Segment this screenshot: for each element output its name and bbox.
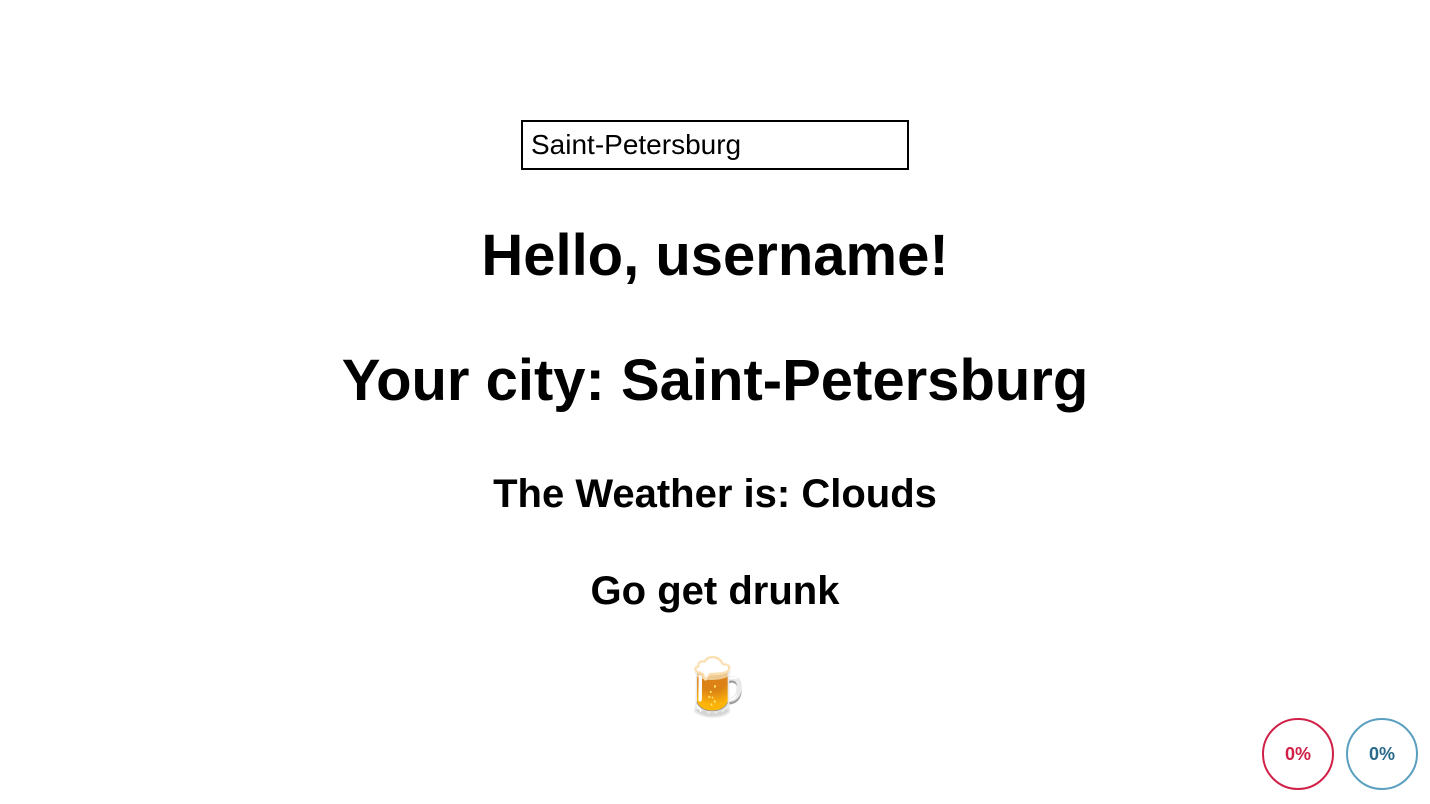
main-container: Hello, username! Your city: Saint-Peters… bbox=[0, 0, 1430, 720]
advice-heading: Go get drunk bbox=[591, 569, 840, 614]
progress-circle-red[interactable]: 0% bbox=[1262, 718, 1334, 790]
greeting-heading: Hello, username! bbox=[481, 222, 948, 289]
weather-prefix: The Weather is: bbox=[493, 472, 801, 516]
beer-icon: 🍺 bbox=[680, 654, 750, 720]
progress-circle-blue[interactable]: 0% bbox=[1346, 718, 1418, 790]
progress-circles: 0% 0% bbox=[1262, 718, 1418, 790]
city-input[interactable] bbox=[521, 120, 909, 170]
city-prefix: Your city: bbox=[342, 348, 621, 413]
weather-value: Clouds bbox=[801, 472, 937, 516]
weather-heading: The Weather is: Clouds bbox=[493, 472, 937, 517]
city-heading: Your city: Saint-Petersburg bbox=[342, 347, 1089, 414]
city-name: Saint-Petersburg bbox=[621, 348, 1088, 413]
